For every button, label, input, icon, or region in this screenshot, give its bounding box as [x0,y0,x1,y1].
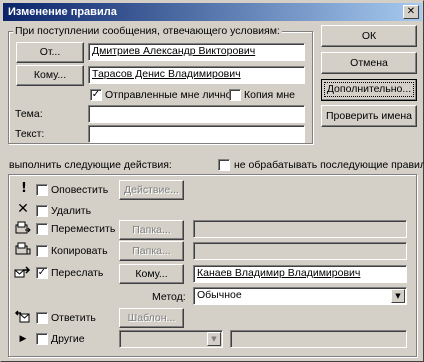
move-checkbox[interactable] [36,223,48,235]
delete-label: Удалить [51,205,92,217]
window-title: Изменение правила [8,6,117,18]
conditions-group-label: При поступлении сообщения, отвечающего у… [13,25,282,38]
reply-template-button[interactable]: Шаблон... [119,308,184,328]
to-field[interactable]: Тарасов Денис Владимирович [88,66,305,84]
copy-checkbox[interactable] [36,245,48,257]
from-field[interactable]: Дмитриев Александр Викторович [88,43,305,61]
delete-x-icon: ✕ [17,201,29,217]
stop-processing-label: не обрабатывать последующие правила [234,159,424,171]
notify-action-button[interactable]: Действие... [119,180,184,200]
from-button[interactable]: От... [16,42,84,63]
chevron-down-icon[interactable]: ▼ [207,332,221,346]
other-action-field[interactable] [230,330,407,348]
copy-to-folder-icon [15,242,31,256]
delete-checkbox[interactable] [36,205,48,217]
exclamation-icon: ! [21,181,27,196]
move-to-folder-icon [15,221,31,235]
sent-only-to-me-label: Отправленные мне лично [105,89,232,101]
other-action-select[interactable]: ▼ [119,330,223,348]
cancel-button[interactable]: Отмена [321,52,417,74]
move-folder-button[interactable]: Папка... [119,220,184,240]
method-select[interactable]: Обычное ▼ [193,287,407,305]
check-names-button[interactable]: Проверить имена [321,105,417,127]
forward-label: Переслать [51,267,104,279]
stop-processing-checkbox[interactable] [218,159,230,171]
notify-checkbox[interactable] [36,184,48,196]
method-label: Метод: [152,291,186,303]
body-field[interactable] [88,125,305,143]
play-arrow-icon: ▶ [19,334,27,344]
notify-label: Оповестить [51,184,109,196]
close-icon[interactable]: ✕ [403,5,419,19]
advanced-button[interactable]: Дополнительно... [321,79,417,101]
actions-group-label: выполнить следующие действия: [9,159,172,171]
to-button[interactable]: Кому... [16,65,84,86]
sent-only-to-me-checkbox[interactable]: ✓ [90,89,102,101]
reply-checkbox[interactable] [36,312,48,324]
other-checkbox[interactable] [36,333,48,345]
copy-to-me-checkbox[interactable] [229,89,241,101]
forward-checkbox[interactable]: ✓ [36,267,48,279]
forward-icon [14,265,31,279]
subject-field[interactable] [88,105,305,123]
other-label: Другие [51,333,85,345]
forward-to-field[interactable]: Канаев Владимир Владимирович [193,265,407,283]
body-label: Текст: [15,128,45,140]
move-folder-field[interactable] [193,220,407,238]
move-label: Переместить [51,223,116,235]
subject-label: Тема: [15,108,43,120]
ok-button[interactable]: ОК [321,25,417,47]
reply-label: Ответить [51,312,96,324]
chevron-down-icon[interactable]: ▼ [391,289,405,303]
copy-folder-field[interactable] [193,242,407,260]
copy-to-me-label: Копия мне [244,89,295,101]
forward-to-button[interactable]: Кому... [119,264,184,284]
edit-rule-dialog: Изменение правила ✕ При поступлении сооб… [0,0,424,362]
copy-label: Копировать [51,245,108,257]
copy-folder-button[interactable]: Папка... [119,241,184,261]
title-bar: Изменение правила ✕ [3,3,422,21]
reply-icon [14,310,30,324]
